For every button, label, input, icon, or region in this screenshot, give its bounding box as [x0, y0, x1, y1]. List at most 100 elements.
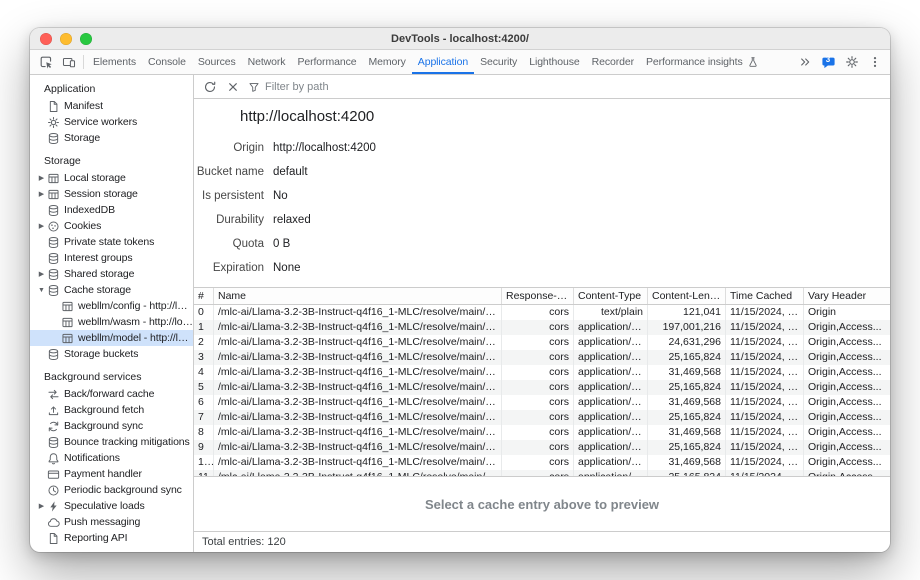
table-row[interactable]: 2 /mlc-ai/Llama-3.2-3B-Instruct-q4f16_1-…	[194, 335, 890, 350]
close-window-button[interactable]	[40, 33, 52, 45]
sidebar-item[interactable]: Back/forward cache	[30, 386, 193, 402]
cell-response-type: cors	[502, 365, 574, 380]
metadata-value: relaxed	[273, 214, 311, 226]
disclosure-triangle[interactable]	[36, 287, 47, 294]
sidebar-item[interactable]: Storage	[30, 130, 193, 146]
sidebar-item[interactable]: Cache storage	[30, 282, 193, 298]
disclosure-triangle[interactable]	[36, 502, 47, 510]
database-icon	[47, 204, 60, 217]
sidebar-item[interactable]: IndexedDB	[30, 202, 193, 218]
panel-tab[interactable]: Performance	[291, 50, 362, 74]
column-header-index[interactable]: #	[194, 288, 214, 304]
clock-icon	[47, 484, 60, 497]
sidebar-item[interactable]: webllm/model - http://loc...	[30, 330, 193, 346]
column-header-content-type[interactable]: Content-Type	[574, 288, 648, 304]
settings-button[interactable]	[840, 51, 863, 73]
sidebar-item[interactable]: webllm/wasm - http://loca...	[30, 314, 193, 330]
panel-tab[interactable]: Application	[412, 50, 474, 74]
sidebar-item[interactable]: Shared storage	[30, 266, 193, 282]
sidebar-item-label: Notifications	[64, 452, 120, 464]
chevrons-icon	[798, 55, 812, 69]
table-row[interactable]: 0 /mlc-ai/Llama-3.2-3B-Instruct-q4f16_1-…	[194, 305, 890, 320]
sidebar-item[interactable]: Periodic background sync	[30, 482, 193, 498]
table-row[interactable]: 8 /mlc-ai/Llama-3.2-3B-Instruct-q4f16_1-…	[194, 425, 890, 440]
table-icon	[61, 300, 74, 313]
sidebar-item[interactable]: Local storage	[30, 170, 193, 186]
cell-content-type: application/oc...	[574, 365, 648, 380]
zoom-window-button[interactable]	[80, 33, 92, 45]
sidebar-item[interactable]: Cookies	[30, 218, 193, 234]
document-icon	[47, 100, 60, 113]
cell-time-cached: 11/15/2024, 10...	[726, 455, 804, 470]
sidebar-item-label: Storage	[64, 132, 100, 144]
sidebar-group-application: Manifest Service workers Storage	[30, 98, 193, 146]
metadata-row: Is persistent No	[194, 184, 890, 208]
panel-tab[interactable]: Network	[242, 50, 292, 74]
sidebar-section-application: Application	[30, 80, 193, 98]
sidebar-item[interactable]: Background sync	[30, 418, 193, 434]
panel-tab[interactable]: Sources	[192, 50, 242, 74]
table-row[interactable]: 5 /mlc-ai/Llama-3.2-3B-Instruct-q4f16_1-…	[194, 380, 890, 395]
cell-content-length: 25,165,824	[648, 410, 726, 425]
more-tabs-button[interactable]	[793, 51, 816, 73]
sidebar-item[interactable]: Bounce tracking mitigations	[30, 434, 193, 450]
panel-tab[interactable]: Performance insights	[640, 50, 765, 74]
table-row[interactable]: 9 /mlc-ai/Llama-3.2-3B-Instruct-q4f16_1-…	[194, 440, 890, 455]
sidebar-item[interactable]: Storage buckets	[30, 346, 193, 362]
disclosure-triangle[interactable]	[36, 174, 47, 182]
metadata-label: Durability	[194, 214, 264, 226]
sidebar-item[interactable]: Notifications	[30, 450, 193, 466]
cell-content-type: application/oc...	[574, 410, 648, 425]
sidebar-item[interactable]: Reporting API	[30, 530, 193, 546]
sidebar-item[interactable]: Push messaging	[30, 514, 193, 530]
panel-tab[interactable]: Recorder	[586, 50, 640, 74]
sidebar-item[interactable]: Interest groups	[30, 250, 193, 266]
cell-time-cached: 11/15/2024, 10...	[726, 380, 804, 395]
column-header-response-type[interactable]: Response-Type	[502, 288, 574, 304]
cell-vary-header: Origin,Access...	[804, 395, 890, 410]
panel-tab[interactable]: Security	[474, 50, 523, 74]
disclosure-triangle[interactable]	[36, 222, 47, 230]
sidebar-item[interactable]: Private state tokens	[30, 234, 193, 250]
table-row[interactable]: 6 /mlc-ai/Llama-3.2-3B-Instruct-q4f16_1-…	[194, 395, 890, 410]
sidebar-item[interactable]: Speculative loads	[30, 498, 193, 514]
minimize-window-button[interactable]	[60, 33, 72, 45]
inspect-element-button[interactable]	[34, 51, 57, 73]
toggle-device-toolbar-button[interactable]	[57, 51, 80, 73]
database-icon	[47, 348, 60, 361]
column-header-vary-header[interactable]: Vary Header	[804, 288, 890, 304]
panel-tab[interactable]: Elements	[87, 50, 142, 74]
sidebar-group-background-services: Back/forward cache Background fetch	[30, 386, 193, 546]
sidebar-item-label: Speculative loads	[64, 500, 145, 512]
preview-panel: Select a cache entry above to preview	[194, 476, 890, 531]
metadata-row: Durability relaxed	[194, 208, 890, 232]
sidebar-item[interactable]: Manifest	[30, 98, 193, 114]
column-header-time-cached[interactable]: Time Cached	[726, 288, 804, 304]
delete-selected-button[interactable]	[221, 76, 244, 98]
cell-time-cached: 11/15/2024, 10...	[726, 335, 804, 350]
kebab-menu-button[interactable]	[863, 51, 886, 73]
sidebar-item[interactable]: Background fetch	[30, 402, 193, 418]
table-row[interactable]: 3 /mlc-ai/Llama-3.2-3B-Instruct-q4f16_1-…	[194, 350, 890, 365]
sidebar-item[interactable]: Payment handler	[30, 466, 193, 482]
panel-tab[interactable]: Console	[142, 50, 192, 74]
sidebar-item[interactable]: webllm/config - http://loc...	[30, 298, 193, 314]
disclosure-triangle[interactable]	[36, 270, 47, 278]
sidebar-item-label: Payment handler	[64, 468, 142, 480]
panel-tab[interactable]: Lighthouse	[523, 50, 585, 74]
sidebar-item[interactable]: Session storage	[30, 186, 193, 202]
filter-by-path-input[interactable]: Filter by path	[248, 81, 329, 93]
table-row[interactable]: 4 /mlc-ai/Llama-3.2-3B-Instruct-q4f16_1-…	[194, 365, 890, 380]
disclosure-triangle[interactable]	[36, 190, 47, 198]
sidebar-group-storage: Local storage Session storage Indexe	[30, 170, 193, 362]
messages-button[interactable]: 3	[816, 51, 840, 73]
table-row[interactable]: 7 /mlc-ai/Llama-3.2-3B-Instruct-q4f16_1-…	[194, 410, 890, 425]
panel-tab[interactable]: Memory	[362, 50, 411, 74]
metadata-value: No	[273, 190, 288, 202]
refresh-button[interactable]	[198, 76, 221, 98]
table-row[interactable]: 10 /mlc-ai/Llama-3.2-3B-Instruct-q4f16_1…	[194, 455, 890, 470]
column-header-content-length[interactable]: Content-Length	[648, 288, 726, 304]
table-row[interactable]: 1 /mlc-ai/Llama-3.2-3B-Instruct-q4f16_1-…	[194, 320, 890, 335]
sidebar-item[interactable]: Service workers	[30, 114, 193, 130]
column-header-name[interactable]: Name	[214, 288, 502, 304]
